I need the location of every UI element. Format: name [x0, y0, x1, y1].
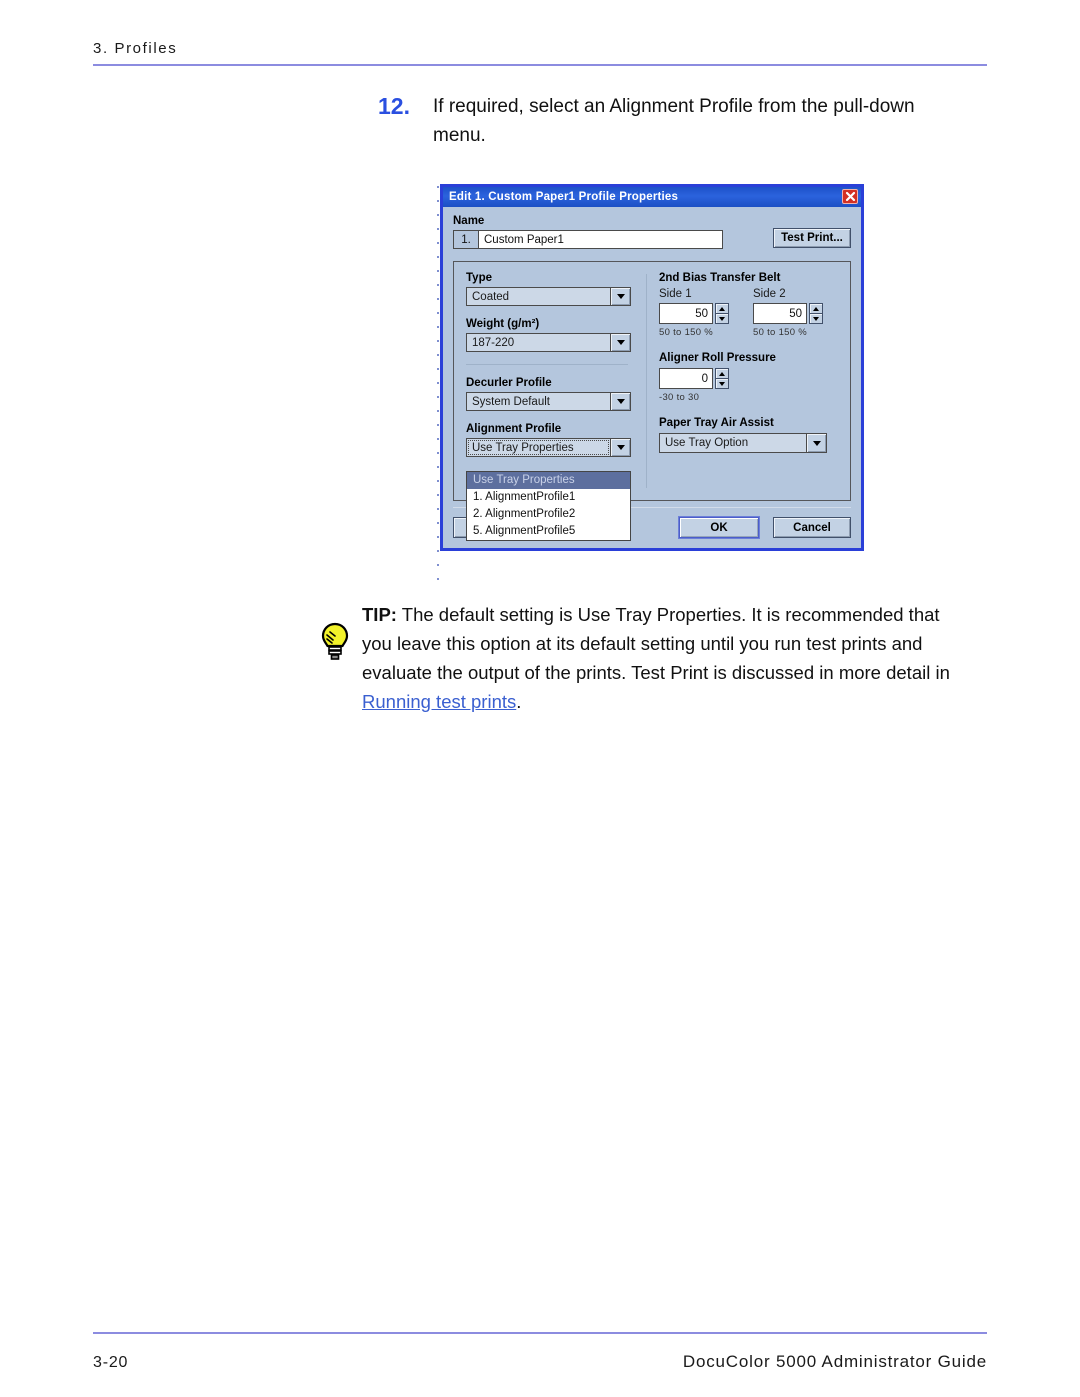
side1-spinner[interactable]: 50 [659, 303, 729, 324]
tip-body-part2: . [516, 691, 522, 712]
side1-value[interactable]: 50 [659, 303, 713, 324]
spinner-down-icon[interactable] [715, 379, 729, 389]
alignment-profile-value: Use Tray Properties [467, 439, 610, 456]
name-index: 1. [454, 231, 479, 248]
column-divider [466, 364, 628, 365]
side2-label: Side 2 [753, 288, 786, 300]
settings-groupbox: Type Coated Weight (g/m²) 187-220 Decurl… [453, 261, 851, 541]
side1-range: 50 to 150 % [659, 327, 714, 338]
chevron-down-icon[interactable] [610, 393, 630, 410]
chapter-title: 3. Profiles [93, 40, 178, 57]
chevron-down-icon[interactable] [806, 434, 826, 452]
weight-label: Weight (g/m²) [466, 318, 540, 330]
page-footer: 3-20 DocuColor 5000 Administrator Guide [93, 1332, 987, 1372]
ok-button[interactable]: OK [679, 517, 759, 538]
dialog-title: Edit 1. Custom Paper1 Profile Properties [449, 191, 679, 203]
footer-row: 3-20 DocuColor 5000 Administrator Guide [93, 1334, 987, 1372]
tip-block: TIP: The default setting is Use Tray Pro… [318, 600, 958, 716]
name-group: Name 1. Custom Paper1 [453, 215, 773, 249]
tip-text: TIP: The default setting is Use Tray Pro… [362, 600, 958, 716]
left-settings-column: Type Coated Weight (g/m²) 187-220 Decurl… [454, 272, 642, 541]
spinner-down-icon[interactable] [809, 314, 823, 324]
cancel-button[interactable]: Cancel [773, 517, 851, 538]
chevron-down-icon[interactable] [610, 334, 630, 351]
air-assist-title: Paper Tray Air Assist [659, 417, 774, 429]
aligner-roll-value[interactable]: 0 [659, 368, 713, 389]
dropdown-option[interactable]: 1. AlignmentProfile1 [467, 489, 630, 506]
alignment-profile-dropdown[interactable]: Use Tray Properties 1. AlignmentProfile1… [466, 471, 631, 541]
name-field[interactable]: 1. Custom Paper1 [453, 230, 723, 249]
type-combo[interactable]: Coated [466, 287, 631, 306]
step-instruction: 12. If required, select an Alignment Pro… [378, 92, 953, 150]
spinner-up-icon[interactable] [715, 368, 729, 379]
running-test-prints-link[interactable]: Running test prints [362, 691, 516, 712]
step-number: 12. [378, 93, 410, 119]
dialog-titlebar[interactable]: Edit 1. Custom Paper1 Profile Properties [443, 187, 861, 207]
aligner-roll-spinner[interactable]: 0 [659, 368, 729, 389]
chevron-down-icon[interactable] [610, 288, 630, 305]
decurler-label: Decurler Profile [466, 377, 552, 389]
test-print-button[interactable]: Test Print... [773, 228, 851, 248]
profile-properties-dialog: Edit 1. Custom Paper1 Profile Properties… [440, 184, 864, 551]
step-text: If required, select an Alignment Profile… [433, 96, 915, 146]
spinner-up-icon[interactable] [715, 303, 729, 314]
tip-label: TIP: [362, 604, 397, 625]
page-header: 3. Profiles [93, 40, 987, 66]
aligner-roll-title: Aligner Roll Pressure [659, 352, 776, 364]
air-assist-value: Use Tray Option [665, 437, 749, 449]
spinner-down-icon[interactable] [715, 314, 729, 324]
vertical-separator [646, 274, 647, 488]
right-settings-column: 2nd Bias Transfer Belt Side 1 50 50 to 1… [657, 272, 850, 490]
alignment-profile-combo[interactable]: Use Tray Properties [466, 438, 631, 457]
chevron-down-icon[interactable] [610, 439, 630, 456]
dialog-screenshot: Edit 1. Custom Paper1 Profile Properties… [440, 184, 864, 551]
type-label: Type [466, 272, 492, 284]
side1-label: Side 1 [659, 288, 692, 300]
header-rule [93, 64, 987, 66]
scan-artifact-line [437, 186, 439, 586]
tip-body-part1: The default setting is Use Tray Properti… [362, 604, 950, 683]
spinner-up-icon[interactable] [809, 303, 823, 314]
bias-belt-title: 2nd Bias Transfer Belt [659, 272, 781, 284]
footer-guide-title: DocuColor 5000 Administrator Guide [682, 1352, 987, 1371]
name-input[interactable]: Custom Paper1 [479, 231, 722, 248]
side2-value[interactable]: 50 [753, 303, 807, 324]
close-icon[interactable] [842, 189, 858, 204]
weight-combo-value: 187-220 [472, 336, 515, 349]
decurler-combo[interactable]: System Default [466, 392, 631, 411]
decurler-combo-value: System Default [472, 395, 550, 408]
side2-spinner[interactable]: 50 [753, 303, 823, 324]
lightbulb-icon [318, 600, 362, 667]
name-label: Name [453, 215, 485, 227]
side1-spin-buttons[interactable] [715, 303, 729, 324]
bias-belt-row: Side 1 50 50 to 150 % Side 2 50 50 to 15… [659, 288, 850, 338]
side1-block: Side 1 50 50 to 150 % [659, 288, 739, 338]
dropdown-option[interactable]: Use Tray Properties [467, 472, 630, 489]
dropdown-option[interactable]: 5. AlignmentProfile5 [467, 523, 630, 540]
dropdown-option[interactable]: 2. AlignmentProfile2 [467, 506, 630, 523]
side2-range: 50 to 150 % [753, 327, 808, 338]
alignment-profile-label: Alignment Profile [466, 423, 562, 435]
aligner-roll-range: -30 to 30 [659, 392, 700, 403]
type-combo-value: Coated [472, 290, 510, 303]
aligner-roll-spin-buttons[interactable] [715, 368, 729, 389]
air-assist-combo[interactable]: Use Tray Option [659, 433, 827, 453]
dialog-body: Name 1. Custom Paper1 Test Print... Type… [443, 207, 861, 541]
name-row: Name 1. Custom Paper1 Test Print... [453, 215, 851, 249]
side2-spin-buttons[interactable] [809, 303, 823, 324]
side2-block: Side 2 50 50 to 150 % [753, 288, 833, 338]
weight-combo[interactable]: 187-220 [466, 333, 631, 352]
footer-page-number: 3-20 [93, 1354, 129, 1371]
